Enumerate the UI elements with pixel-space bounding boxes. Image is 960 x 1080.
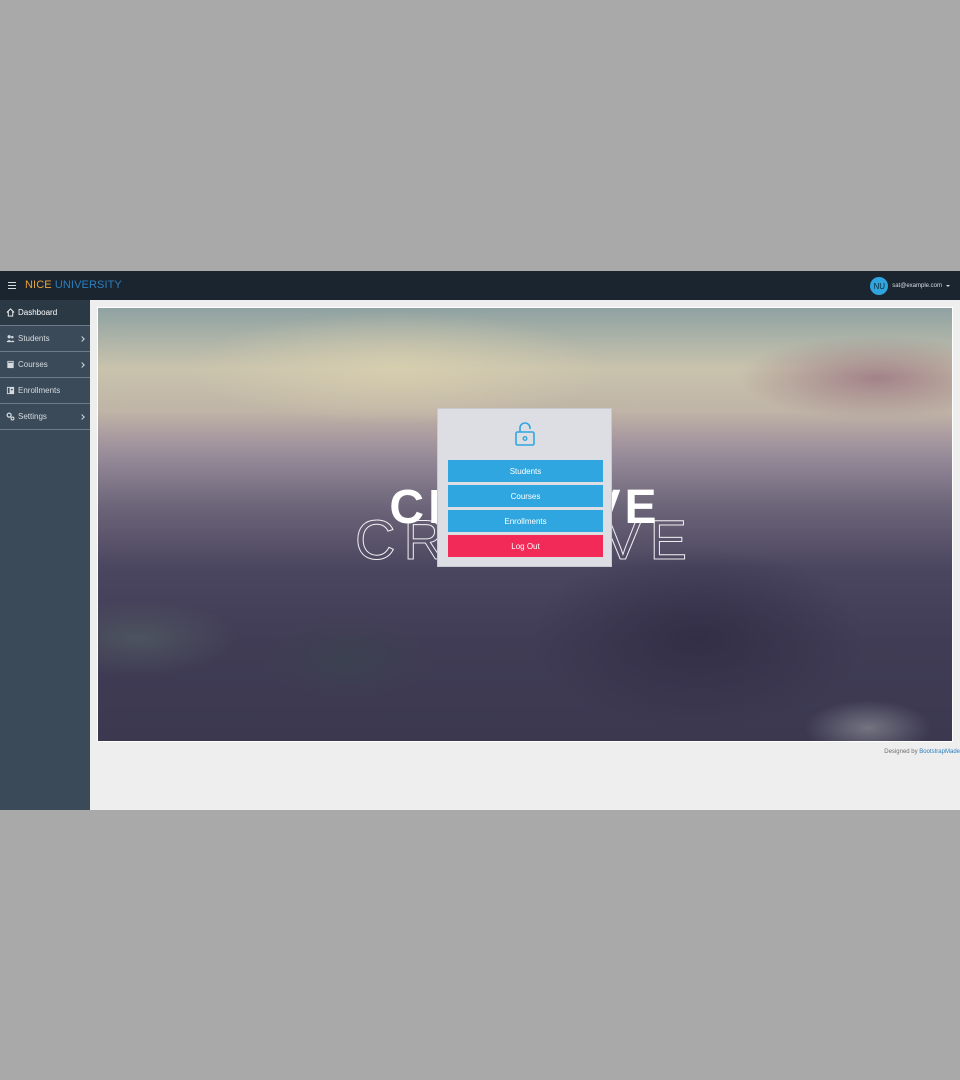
id-card-icon (5, 386, 15, 396)
sidebar-item-courses[interactable]: Courses (0, 352, 90, 378)
chevron-right-icon (79, 362, 85, 368)
app-window: NICE UNIVERSITY NU sat@example.com Dashb… (0, 271, 960, 810)
users-icon (5, 334, 15, 344)
brand-name-part2: UNIVERSITY (54, 279, 122, 291)
user-email: sat@example.com (892, 283, 942, 289)
sidebar-item-students[interactable]: Students (0, 326, 90, 352)
courses-button[interactable]: Courses (448, 485, 603, 507)
chevron-right-icon (79, 414, 85, 420)
enrollments-button[interactable]: Enrollments (448, 510, 603, 532)
students-button[interactable]: Students (448, 460, 603, 482)
chevron-right-icon (79, 336, 85, 342)
book-icon (5, 360, 15, 370)
sidebar-item-label: Enrollments (18, 386, 61, 395)
sidebar-item-dashboard[interactable]: Dashboard (0, 300, 90, 326)
brand-name-part1: NICE (25, 279, 52, 291)
sidebar-item-label: Students (18, 334, 50, 343)
sidebar-item-label: Dashboard (18, 308, 58, 317)
footer-credit: Designed by BootstrapMade (884, 749, 960, 755)
gears-icon (5, 412, 15, 422)
sidebar: Dashboard Students Courses Enrollments S… (0, 300, 90, 810)
sidebar-item-enrollments[interactable]: Enrollments (0, 378, 90, 404)
hamburger-icon[interactable] (8, 282, 16, 289)
unlock-icon (514, 421, 536, 447)
caret-down-icon (946, 285, 950, 287)
footer-link[interactable]: BootstrapMade (919, 749, 960, 755)
quick-menu-panel: Students Courses Enrollments Log Out (437, 408, 612, 567)
user-menu[interactable]: NU sat@example.com (870, 277, 950, 295)
brand-logo[interactable]: NICE UNIVERSITY (25, 279, 122, 291)
footer-prefix: Designed by (884, 749, 918, 755)
top-navbar: NICE UNIVERSITY NU sat@example.com (0, 271, 960, 300)
avatar: NU (870, 277, 889, 295)
sidebar-item-settings[interactable]: Settings (0, 404, 90, 430)
logout-button[interactable]: Log Out (448, 535, 603, 557)
sidebar-item-label: Settings (18, 412, 47, 421)
sidebar-item-label: Courses (18, 360, 48, 369)
home-icon (5, 308, 15, 318)
